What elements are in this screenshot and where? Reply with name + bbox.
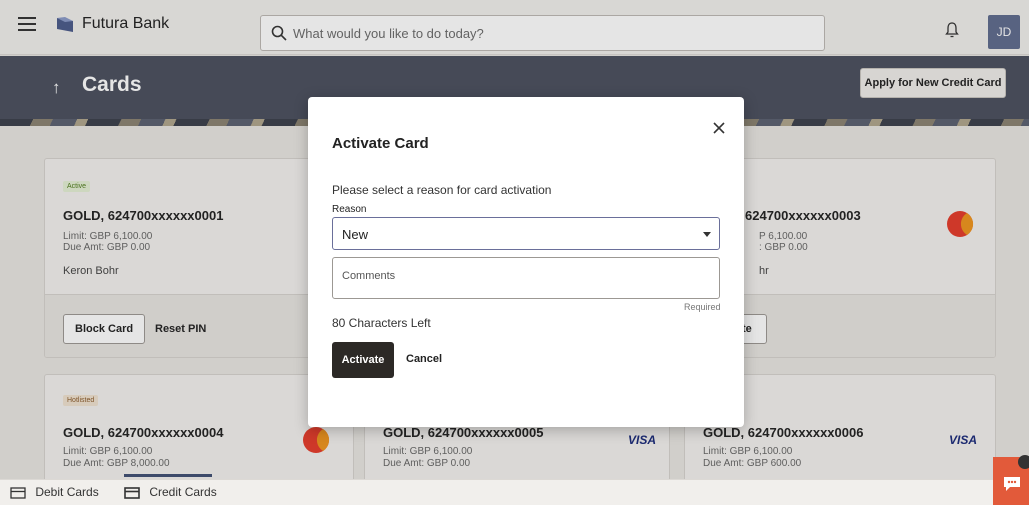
reason-label: Reason [332, 204, 367, 215]
tab-credit-cards[interactable]: Credit Cards [124, 485, 217, 499]
activate-button[interactable]: Activate [332, 342, 394, 378]
tab-label: Credit Cards [149, 485, 217, 499]
chat-notification-dot [1018, 455, 1029, 469]
bottom-tab-bar: Debit Cards Credit Cards [0, 479, 1029, 505]
chevron-down-icon [703, 232, 711, 237]
close-icon[interactable] [712, 121, 726, 135]
reason-select[interactable]: New [332, 217, 720, 250]
activate-card-dialog: Activate Card Please select a reason for… [308, 97, 744, 427]
tab-label: Debit Cards [35, 485, 99, 499]
dialog-prompt: Please select a reason for card activati… [332, 183, 552, 197]
dialog-title: Activate Card [332, 135, 429, 152]
cancel-button[interactable]: Cancel [406, 353, 442, 365]
reason-selected-value: New [342, 227, 369, 242]
characters-left-counter: 80 Characters Left [332, 316, 431, 330]
card-icon [10, 487, 26, 499]
chat-icon [1004, 477, 1020, 491]
tab-debit-cards[interactable]: Debit Cards [10, 485, 99, 499]
required-label: Required [684, 302, 721, 312]
card-icon [124, 487, 140, 499]
active-tab-indicator [124, 474, 212, 477]
comments-field[interactable] [332, 257, 720, 299]
